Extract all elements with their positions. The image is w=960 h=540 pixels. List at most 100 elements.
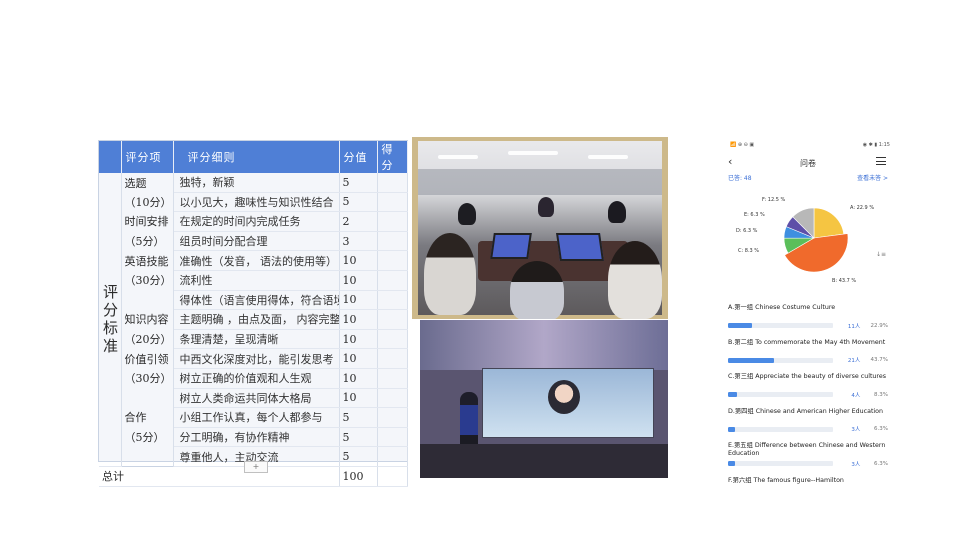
option-text: E.第五组 Difference between Chinese and Wes… bbox=[728, 442, 886, 457]
rubric-row: （30分） 树立正确的价值观和人生观 10 bbox=[99, 368, 408, 389]
option-count: 3人 bbox=[851, 461, 861, 468]
option-text: D.第四组 Chinese and American Higher Educat… bbox=[728, 407, 884, 415]
pie-label-f: F: 12.5 % bbox=[762, 197, 786, 203]
option-progress-bar bbox=[728, 392, 833, 397]
rubric-row: 知识内容 主题明确 ，由点及面， 内容完整 10 bbox=[99, 309, 408, 330]
rubric-score-cell[interactable] bbox=[377, 329, 408, 350]
rubric-total-label: 总计 bbox=[99, 465, 340, 487]
rubric-criteria-cell: 树立人类命运共同体大格局 bbox=[173, 388, 340, 409]
rubric-row: 树立人类命运共同体大格局 10 bbox=[99, 388, 408, 409]
rubric-points-cell: 3 bbox=[339, 231, 378, 252]
survey-nav-bar: ‹ 问卷 bbox=[722, 151, 894, 173]
rubric-points-cell: 10 bbox=[339, 309, 378, 330]
survey-option[interactable]: E.第五组 Difference between Chinese and Wes… bbox=[728, 442, 888, 477]
rubric-points-cell: 5 bbox=[339, 446, 378, 467]
status-bar: 📶 ⊕ ⊖ ▣ ◉ ✱ ▮ 1:15 bbox=[722, 140, 894, 151]
option-text: B.第二组 To commemorate the May 4th Movemen… bbox=[728, 338, 886, 346]
survey-option[interactable]: C.第三组 Appreciate the beauty of diverse c… bbox=[728, 373, 888, 408]
rubric-header-category: 评分项 bbox=[121, 141, 174, 173]
rubric-score-cell[interactable] bbox=[377, 231, 408, 252]
rubric-points-cell: 5 bbox=[339, 192, 378, 213]
classroom-photo bbox=[412, 137, 668, 319]
survey-phone-screen: 📶 ⊕ ⊖ ▣ ◉ ✱ ▮ 1:15 ‹ 问卷 已答: 48 查看未答 > A:… bbox=[722, 140, 894, 484]
rubric-row: 时间安排 在规定的时间内完成任务 2 bbox=[99, 211, 408, 232]
rubric-side-label: 评分标准 bbox=[99, 173, 122, 467]
option-result-row: 21人 43.7% bbox=[728, 356, 888, 365]
option-progress-fill bbox=[728, 426, 735, 432]
rubric-score-cell[interactable] bbox=[377, 388, 408, 409]
rubric-points-cell: 5 bbox=[339, 407, 378, 428]
rubric-points-cell: 10 bbox=[339, 388, 378, 409]
rubric-table: 评分项 评分细则 分值 得分 评分标准 选题 独特，新颖 5 （10分） 以小见大，趣味性… bbox=[99, 141, 408, 487]
rubric-criteria-cell: 分工明确，有协作精神 bbox=[173, 427, 340, 448]
sort-icon[interactable]: ↓≡ bbox=[876, 251, 886, 258]
rubric-category-cell: 知识内容 bbox=[121, 309, 174, 330]
option-count: 4人 bbox=[851, 392, 861, 399]
rubric-points-cell: 10 bbox=[339, 270, 378, 291]
rubric-category-cell: （5分） bbox=[121, 427, 174, 447]
pie-svg bbox=[783, 207, 849, 273]
rubric-header-blank bbox=[99, 141, 122, 173]
option-percent: 8.3% bbox=[874, 391, 888, 398]
view-unanswered-link[interactable]: 查看未答 > bbox=[857, 173, 888, 183]
option-count: 3人 bbox=[851, 427, 861, 433]
pie-label-d: D: 6.3 % bbox=[736, 228, 758, 234]
rubric-score-cell[interactable] bbox=[377, 446, 408, 467]
rubric-score-cell[interactable] bbox=[377, 192, 408, 213]
option-text: C.第三组 Appreciate the beauty of diverse c… bbox=[728, 373, 887, 380]
rubric-score-cell[interactable] bbox=[377, 173, 408, 193]
rubric-total-score[interactable] bbox=[377, 465, 408, 487]
rubric-row: （10分） 以小见大，趣味性与知识性结合 5 bbox=[99, 192, 408, 213]
rubric-score-cell[interactable] bbox=[377, 290, 408, 311]
rubric-criteria-cell: 得体性（语言使用得体，符合语境） bbox=[173, 290, 340, 311]
rubric-score-cell[interactable] bbox=[377, 211, 408, 232]
survey-option[interactable]: D.第四组 Chinese and American Higher Educat… bbox=[728, 408, 888, 443]
pie-label-b: B: 43.7 % bbox=[832, 278, 857, 284]
rubric-row: 英语技能 准确性（发音， 语法的使用等） 10 bbox=[99, 250, 408, 271]
survey-option[interactable]: A.第一组 Chinese Costume Culture 11人 22.9% bbox=[728, 304, 888, 339]
pie-label-a: A: 22.9 % bbox=[850, 205, 875, 211]
rubric-criteria-cell: 准确性（发音， 语法的使用等） bbox=[173, 250, 340, 271]
option-progress-fill bbox=[728, 323, 752, 328]
rubric-score-cell[interactable] bbox=[377, 368, 408, 389]
status-bar-left: 📶 ⊕ ⊖ ▣ bbox=[730, 142, 755, 148]
rubric-row: 得体性（语言使用得体，符合语境） 10 bbox=[99, 290, 408, 311]
rubric-criteria-cell: 组员时间分配合理 bbox=[173, 231, 340, 252]
rubric-score-cell[interactable] bbox=[377, 270, 408, 291]
rubric-header-points: 分值 bbox=[339, 141, 378, 173]
rubric-points-cell: 10 bbox=[339, 329, 378, 350]
rubric-category-cell: （10分） bbox=[121, 192, 174, 212]
rubric-category-cell: （20分） bbox=[121, 329, 174, 349]
rubric-total-value: 100 bbox=[339, 465, 378, 487]
rubric-category-cell: 价值引领 bbox=[121, 348, 174, 369]
rubric-criteria-cell: 流利性 bbox=[173, 270, 340, 291]
survey-option[interactable]: B.第二组 To commemorate the May 4th Movemen… bbox=[728, 339, 888, 374]
option-count: 11人 bbox=[847, 323, 861, 330]
rubric-score-cell[interactable] bbox=[377, 348, 408, 369]
rubric-criteria-cell: 树立正确的价值观和人生观 bbox=[173, 368, 340, 389]
rubric-category-cell: （30分） bbox=[121, 270, 174, 291]
sheet-scroll-handle[interactable]: + bbox=[244, 461, 268, 473]
rubric-criteria-cell: 独特，新颖 bbox=[173, 173, 340, 193]
survey-option[interactable]: F.第六组 The famous figure--Hamilton bbox=[728, 477, 888, 512]
rubric-score-cell[interactable] bbox=[377, 309, 408, 330]
rubric-row: 价值引领 中西文化深度对比，能引发思考 10 bbox=[99, 348, 408, 369]
option-text: A.第一组 Chinese Costume Culture bbox=[728, 304, 836, 311]
rubric-score-cell[interactable] bbox=[377, 407, 408, 428]
rubric-score-cell[interactable] bbox=[377, 427, 408, 448]
rubric-criteria-cell: 在规定的时间内完成任务 bbox=[173, 211, 340, 232]
presentation-photo bbox=[420, 320, 668, 478]
option-percent: 6.3% bbox=[874, 426, 888, 432]
option-progress-bar bbox=[728, 461, 833, 466]
rubric-score-cell[interactable] bbox=[377, 250, 408, 271]
menu-icon[interactable] bbox=[876, 157, 886, 168]
rubric-row: （30分） 流利性 10 bbox=[99, 270, 408, 291]
rubric-category-cell bbox=[121, 290, 174, 310]
rubric-header-criteria: 评分细则 bbox=[173, 141, 340, 173]
rubric-row: （5分） 组员时间分配合理 3 bbox=[99, 231, 408, 252]
pie-slice-a[interactable] bbox=[813, 207, 845, 239]
rubric-row: （20分） 条理清楚，呈现清晰 10 bbox=[99, 329, 408, 350]
rubric-category-cell: （30分） bbox=[121, 368, 174, 389]
rubric-category-cell: 时间安排 bbox=[121, 211, 174, 232]
rubric-category-cell: （5分） bbox=[121, 231, 174, 251]
